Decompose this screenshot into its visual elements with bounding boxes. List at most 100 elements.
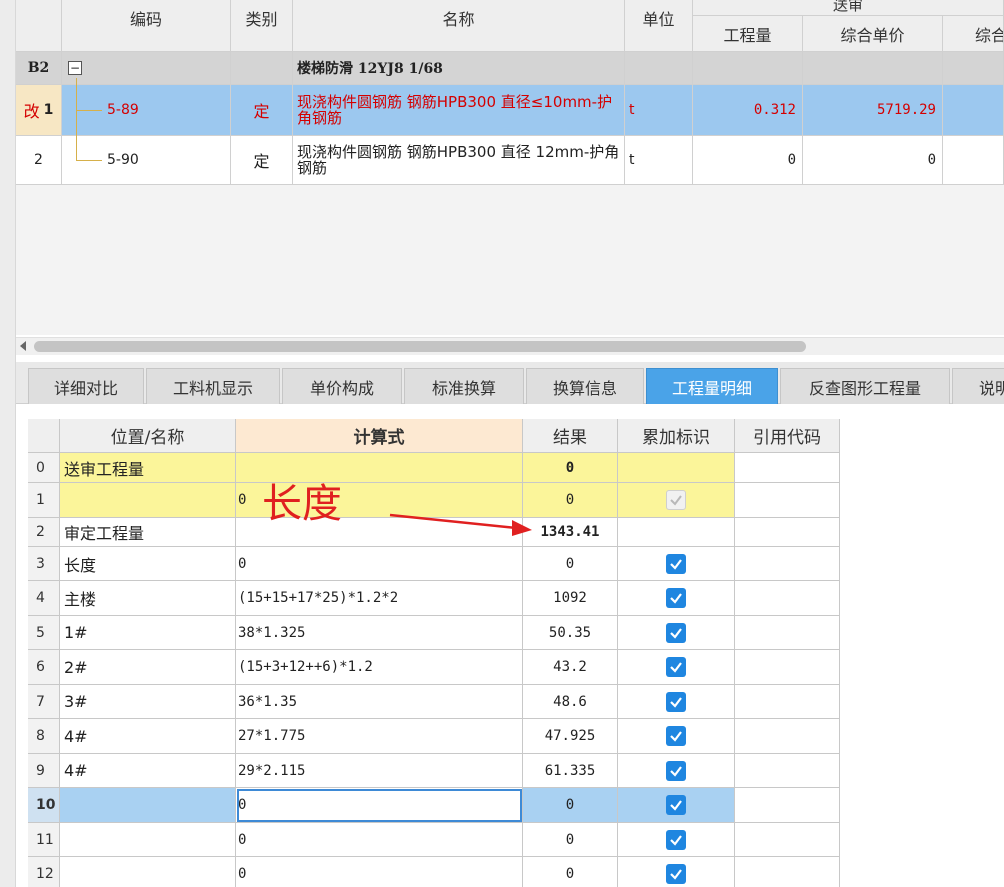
tab-unit-price[interactable]: 单价构成	[282, 368, 402, 404]
row-quantity[interactable]: 0.312	[693, 85, 803, 136]
row-position-name[interactable]: 1#	[60, 616, 236, 650]
tree-expander-cell[interactable]: −	[62, 52, 231, 85]
row-ref-code[interactable]	[735, 857, 840, 887]
row-position-name[interactable]: 3#	[60, 685, 236, 719]
row-formula[interactable]: (15+3+12++6)*1.2	[236, 650, 523, 685]
row-position-name[interactable]: 主楼	[60, 581, 236, 616]
row-formula[interactable]: 38*1.325	[236, 616, 523, 650]
row-position-name[interactable]: 审定工程量	[60, 518, 236, 547]
collapse-icon[interactable]: −	[68, 61, 82, 75]
header-quantity[interactable]: 工程量	[693, 16, 803, 52]
row-accumulate[interactable]	[618, 616, 735, 650]
header-type[interactable]: 类别	[231, 0, 293, 52]
header-name[interactable]: 名称	[293, 0, 625, 52]
row-ref-code[interactable]	[735, 483, 840, 518]
row-total[interactable]	[943, 136, 1004, 185]
horizontal-scrollbar[interactable]	[16, 337, 1004, 355]
header-position-name[interactable]: 位置/名称	[60, 419, 236, 453]
row-number[interactable]: 3	[28, 547, 60, 581]
row-unit-price[interactable]: 5719.29	[803, 85, 943, 136]
row-formula[interactable]: 0	[236, 788, 523, 823]
row-formula[interactable]: 0	[236, 823, 523, 857]
tab-detail-compare[interactable]: 详细对比	[28, 368, 144, 404]
row-quantity[interactable]: 0	[693, 136, 803, 185]
row-formula[interactable]: 0	[236, 547, 523, 581]
row-number[interactable]: 9	[28, 754, 60, 788]
header-accumulate[interactable]: 累加标识	[618, 419, 735, 453]
tab-standard-conversion[interactable]: 标准换算	[404, 368, 524, 404]
row-unit[interactable]: t	[625, 136, 693, 185]
scrollbar-thumb[interactable]	[34, 341, 806, 352]
row-name[interactable]: 楼梯防滑 12YJ8 1/68	[293, 52, 625, 85]
row-ref-code[interactable]	[735, 518, 840, 547]
row-accumulate[interactable]	[618, 483, 735, 518]
row-position-name[interactable]	[60, 788, 236, 823]
row-position-name[interactable]: 4#	[60, 754, 236, 788]
checkbox-checked-icon[interactable]	[666, 691, 686, 712]
row-number[interactable]: 8	[28, 719, 60, 754]
checkbox-checked-icon[interactable]	[666, 863, 686, 884]
row-total[interactable]	[943, 85, 1004, 136]
row-type[interactable]: 定	[231, 136, 293, 185]
row-accumulate[interactable]	[618, 857, 735, 887]
row-number[interactable]: B2	[16, 52, 62, 85]
row-accumulate[interactable]	[618, 788, 735, 823]
row-number[interactable]: 2	[28, 518, 60, 547]
checkbox-checked-icon[interactable]	[666, 795, 686, 815]
row-name[interactable]: 现浇构件圆钢筋 钢筋HPB300 直径≤10mm-护角钢筋	[293, 85, 625, 136]
tab-labor-material[interactable]: 工料机显示	[146, 368, 280, 404]
row-ref-code[interactable]	[735, 685, 840, 719]
row-formula[interactable]: 29*2.115	[236, 754, 523, 788]
row-ref-code[interactable]	[735, 616, 840, 650]
tab-quantity-detail[interactable]: 工程量明细	[646, 368, 778, 404]
row-unit[interactable]: t	[625, 85, 693, 136]
row-number[interactable]: 0	[28, 453, 60, 483]
row-ref-code[interactable]	[735, 650, 840, 685]
row-ref-code[interactable]	[735, 453, 840, 483]
row-position-name[interactable]	[60, 823, 236, 857]
row-number[interactable]: 5	[28, 616, 60, 650]
row-ref-code[interactable]	[735, 547, 840, 581]
header-result[interactable]: 结果	[523, 419, 618, 453]
header-total[interactable]: 综合	[943, 16, 1004, 52]
row-position-name[interactable]	[60, 857, 236, 887]
row-number-modified[interactable]: 改 1	[16, 85, 62, 136]
row-position-name[interactable]: 2#	[60, 650, 236, 685]
row-unit-price[interactable]: 0	[803, 136, 943, 185]
row-number[interactable]: 4	[28, 581, 60, 616]
row-name[interactable]: 现浇构件圆钢筋 钢筋HPB300 直径 12mm-护角钢筋	[293, 136, 625, 185]
row-number[interactable]: 1	[28, 483, 60, 518]
tab-reverse-graphic-quantity[interactable]: 反查图形工程量	[780, 368, 950, 404]
row-accumulate[interactable]	[618, 823, 735, 857]
header-unit[interactable]: 单位	[625, 0, 693, 52]
row-number[interactable]: 12	[28, 857, 60, 887]
row-position-name[interactable]: 长度	[60, 547, 236, 581]
row-position-name[interactable]: 4#	[60, 719, 236, 754]
row-number[interactable]: 2	[16, 136, 62, 185]
row-formula[interactable]	[236, 453, 523, 483]
tab-notes[interactable]: 说明	[952, 368, 1004, 404]
checkbox-checked-icon[interactable]	[666, 829, 686, 850]
header-ref-code[interactable]: 引用代码	[735, 419, 840, 453]
row-formula[interactable]: 0	[236, 857, 523, 887]
checkbox-checked-icon[interactable]	[666, 622, 686, 643]
row-accumulate[interactable]	[618, 719, 735, 754]
header-unit-price[interactable]: 综合单价	[803, 16, 943, 52]
checkbox-checked-icon[interactable]	[666, 657, 686, 677]
row-number[interactable]: 10	[28, 788, 60, 823]
row-type[interactable]: 定	[231, 85, 293, 136]
scroll-left-arrow-icon[interactable]	[20, 341, 26, 351]
tab-conversion-info[interactable]: 换算信息	[526, 368, 644, 404]
row-formula[interactable]: (15+15+17*25)*1.2*2	[236, 581, 523, 616]
row-position-name[interactable]	[60, 483, 236, 518]
row-accumulate[interactable]	[618, 650, 735, 685]
row-ref-code[interactable]	[735, 754, 840, 788]
row-ref-code[interactable]	[735, 788, 840, 823]
row-number[interactable]: 7	[28, 685, 60, 719]
checkbox-checked-icon[interactable]	[666, 553, 686, 574]
row-ref-code[interactable]	[735, 823, 840, 857]
checkbox-checked-icon[interactable]	[666, 588, 686, 608]
checkbox-checked-icon[interactable]	[666, 726, 686, 746]
checkbox-checked-icon[interactable]	[666, 760, 686, 781]
header-code[interactable]: 编码	[62, 0, 231, 52]
